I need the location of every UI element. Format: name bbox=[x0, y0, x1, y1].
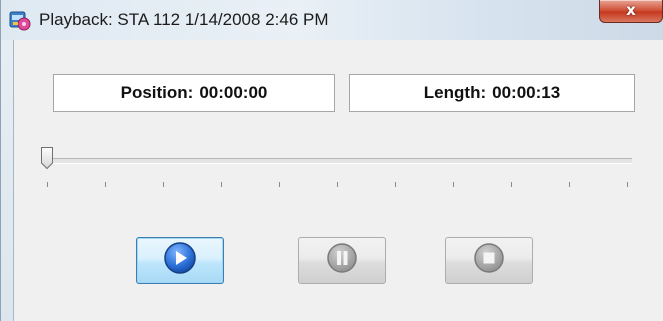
window-title: Playback: STA 112 1/14/2008 2:46 PM bbox=[39, 10, 329, 29]
slider-tick bbox=[627, 182, 628, 187]
length-label: Length: bbox=[423, 83, 487, 102]
slider-tick bbox=[163, 182, 164, 187]
slider-tick bbox=[221, 182, 222, 187]
playback-panel: Position: 00:00:00 Length: 00:00:13 bbox=[13, 40, 663, 321]
slider-tick bbox=[337, 182, 338, 187]
position-label: Position: bbox=[120, 83, 194, 102]
slider-tick bbox=[395, 182, 396, 187]
title-bar[interactable]: Playback: STA 112 1/14/2008 2:46 PM x bbox=[1, 0, 663, 40]
play-icon bbox=[163, 241, 197, 280]
play-button[interactable] bbox=[136, 237, 224, 284]
close-button[interactable]: x bbox=[599, 0, 663, 23]
seek-slider-track[interactable] bbox=[47, 158, 632, 164]
pause-button[interactable] bbox=[298, 237, 386, 284]
stop-button[interactable] bbox=[445, 237, 533, 284]
close-icon: x bbox=[626, 1, 636, 19]
stop-icon bbox=[473, 242, 505, 279]
recorder-app-icon bbox=[9, 9, 31, 31]
slider-tick bbox=[569, 182, 570, 187]
pause-icon bbox=[326, 242, 358, 279]
seek-slider-thumb[interactable] bbox=[40, 146, 54, 170]
slider-tick bbox=[105, 182, 106, 187]
slider-tick bbox=[279, 182, 280, 187]
playback-window: Playback: STA 112 1/14/2008 2:46 PM x Po… bbox=[0, 0, 663, 321]
length-value: 00:00:13 bbox=[492, 83, 561, 102]
position-value: 00:00:00 bbox=[199, 83, 268, 102]
position-display: Position: 00:00:00 bbox=[53, 74, 335, 112]
slider-tick bbox=[47, 182, 48, 187]
length-display: Length: 00:00:13 bbox=[349, 74, 635, 112]
slider-tick bbox=[511, 182, 512, 187]
slider-tick bbox=[453, 182, 454, 187]
